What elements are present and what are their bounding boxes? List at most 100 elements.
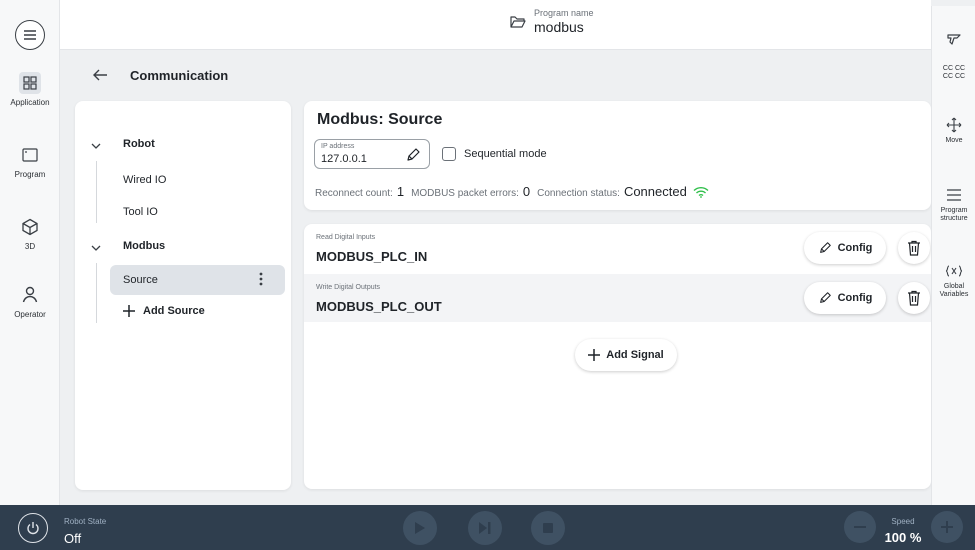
bottom-status-bar: Robot State Off Speed 100 %: [0, 505, 975, 550]
tool-item-gripper[interactable]: [932, 30, 975, 51]
tool-item-label: Move: [945, 137, 963, 144]
pencil-icon: [819, 292, 831, 303]
trash-icon: [908, 290, 920, 306]
right-tool-rail: CC CC CC CC Move Program structure Globa…: [931, 6, 975, 505]
speed-label: Speed: [891, 517, 915, 526]
config-button[interactable]: Config: [804, 232, 886, 264]
sequential-mode-label: Sequential mode: [464, 148, 547, 160]
step-button[interactable]: [468, 511, 502, 545]
nav-label: 3D: [24, 242, 36, 251]
stop-icon: [543, 523, 553, 533]
communication-tree: Robot Wired IO Tool IO Modbus Source Add…: [75, 101, 291, 490]
program-name[interactable]: Program name modbus: [510, 8, 594, 35]
power-button[interactable]: [18, 513, 48, 543]
reconnect-count-value: 1: [396, 184, 405, 199]
robot-state-value: Off: [64, 531, 82, 546]
menu-button[interactable]: [15, 20, 45, 50]
tool-item-global-variables[interactable]: Global Variables: [932, 262, 975, 300]
move-icon: [932, 116, 975, 134]
trash-icon: [908, 240, 920, 256]
page-title: Communication: [130, 68, 229, 83]
tree-node-modbus[interactable]: Modbus: [123, 240, 165, 252]
tool-item-label: Program structure: [940, 207, 968, 223]
wifi-icon: [693, 186, 709, 198]
signal-row: Read Digital Inputs MODBUS_PLC_IN Config: [304, 224, 931, 272]
back-button[interactable]: [92, 66, 108, 87]
signal-name: MODBUS_PLC_IN: [316, 249, 428, 264]
pencil-icon: [819, 242, 831, 253]
arrow-left-icon: [93, 69, 107, 81]
tree-connector: [96, 263, 97, 323]
stop-button[interactable]: [531, 511, 565, 545]
tool-item-label: Global Variables: [939, 283, 969, 299]
packet-errors-label: MODBUS packet errors:: [411, 188, 519, 199]
signal-name: MODBUS_PLC_OUT: [316, 299, 442, 314]
robot-state-label: Robot State: [64, 517, 107, 526]
packet-errors-value: 0: [522, 184, 531, 199]
tree-item-source-label: Source: [123, 274, 158, 286]
tree-item-source-selected[interactable]: Source: [110, 265, 285, 295]
nav-item-application[interactable]: Application: [0, 72, 60, 107]
hamburger-icon: [24, 30, 36, 40]
tool-item-io-status[interactable]: CC CC CC CC: [932, 65, 975, 82]
nav-item-operator[interactable]: Operator: [0, 284, 60, 319]
speed-decrease-button[interactable]: [844, 511, 876, 543]
more-vertical-icon[interactable]: [259, 272, 263, 289]
speed-increase-button[interactable]: [931, 511, 963, 543]
modbus-source-card: Modbus: Source IP address 127.0.0.1 Sequ…: [304, 101, 931, 210]
play-button[interactable]: [403, 511, 437, 545]
config-label: Config: [837, 242, 873, 254]
top-header: Program name modbus: [60, 0, 931, 50]
cube-icon: [19, 216, 41, 238]
power-icon: [27, 522, 39, 535]
list-icon: [932, 186, 975, 204]
program-name-label: Program name: [534, 8, 594, 18]
step-forward-icon: [479, 522, 491, 534]
connection-status-line: Reconnect count: 1 MODBUS packet errors:…: [315, 184, 709, 199]
chevron-down-icon[interactable]: [91, 240, 101, 254]
tool-item-move[interactable]: Move: [932, 116, 975, 145]
folder-open-icon: [510, 15, 526, 28]
connection-status-label: Connection status:: [537, 188, 620, 199]
add-signal-button[interactable]: Add Signal: [575, 339, 677, 371]
program-name-value: modbus: [534, 19, 584, 35]
add-source-button[interactable]: Add Source: [123, 305, 205, 317]
ip-address-field[interactable]: IP address 127.0.0.1: [314, 139, 430, 169]
nav-item-3d[interactable]: 3D: [0, 216, 60, 251]
page-header: Communication: [60, 50, 931, 100]
minus-icon: [854, 526, 866, 528]
nav-label: Operator: [14, 310, 46, 319]
connection-status-value: Connected: [623, 184, 687, 199]
chevron-down-icon[interactable]: [91, 138, 101, 152]
add-signal-label: Add Signal: [606, 349, 664, 361]
pencil-icon[interactable]: [405, 147, 421, 168]
plus-icon: [588, 349, 601, 361]
signal-row: Write Digital Outputs MODBUS_PLC_OUT Con…: [304, 274, 931, 322]
signal-category: Write Digital Outputs: [316, 284, 381, 291]
program-icon: [19, 144, 41, 166]
delete-button[interactable]: [898, 232, 930, 264]
nav-item-program[interactable]: Program: [0, 144, 60, 179]
delete-button[interactable]: [898, 282, 930, 314]
tree-connector: [96, 161, 97, 223]
speed-value: 100 %: [884, 530, 922, 545]
ip-address-label: IP address: [321, 143, 355, 150]
signal-category: Read Digital Inputs: [316, 234, 376, 241]
person-icon: [19, 284, 41, 306]
nav-label: Program: [14, 170, 46, 179]
variables-icon: [932, 262, 975, 280]
config-button[interactable]: Config: [804, 282, 886, 314]
sequential-mode-checkbox[interactable]: [442, 147, 456, 161]
gripper-icon: [932, 30, 975, 48]
signals-card: Read Digital Inputs MODBUS_PLC_IN Config…: [304, 224, 931, 489]
tool-item-program-structure[interactable]: Program structure: [932, 186, 975, 224]
plus-icon: [941, 521, 953, 533]
tree-node-robot[interactable]: Robot: [123, 138, 155, 150]
tree-item-tool-io[interactable]: Tool IO: [123, 206, 158, 218]
reconnect-count-label: Reconnect count:: [315, 188, 393, 199]
nav-label: Application: [10, 98, 50, 107]
ip-address-value: 127.0.0.1: [321, 153, 367, 165]
add-source-label: Add Source: [143, 305, 205, 317]
grid-icon: [19, 72, 41, 94]
tree-item-wired-io[interactable]: Wired IO: [123, 174, 166, 186]
